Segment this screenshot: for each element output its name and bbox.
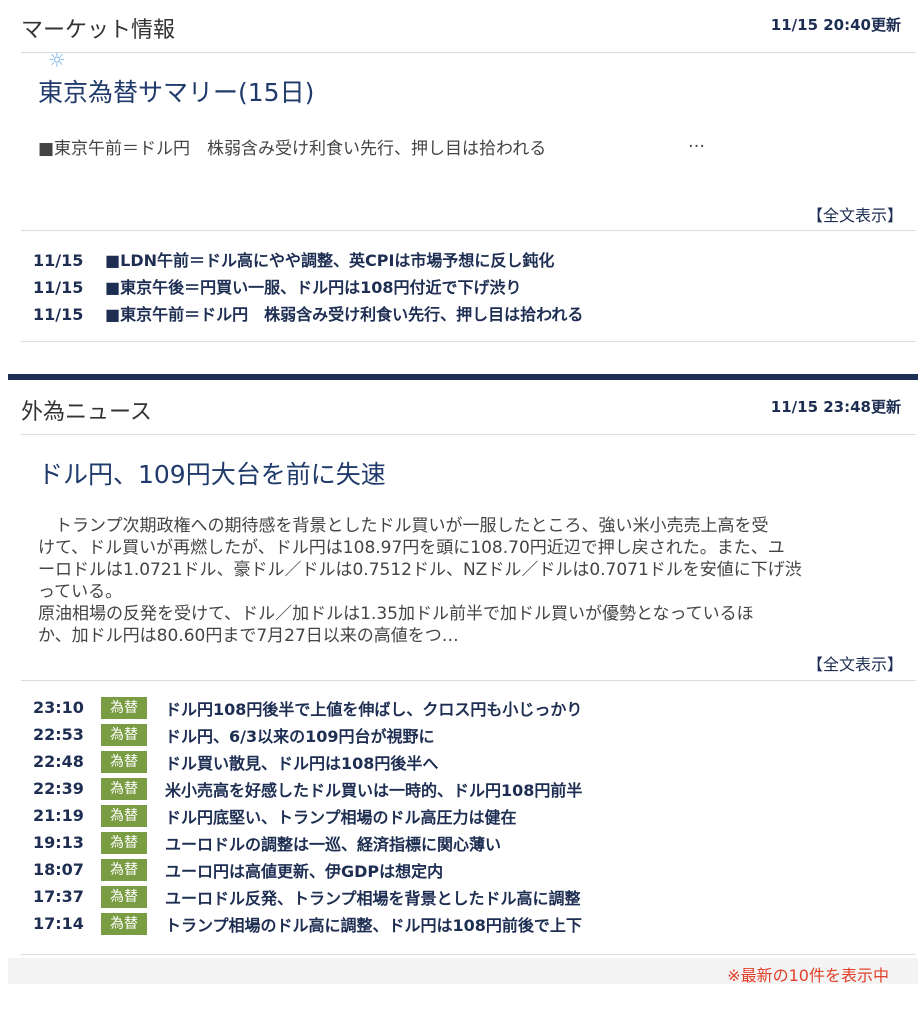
news-title[interactable]: 米小売高を好感したドル買いは一時的、ドル円108円前半 bbox=[165, 781, 582, 800]
list-item[interactable]: 17:14 為替 トランプ相場のドル高に調整、ドル円は108円前後で上下 bbox=[33, 912, 582, 936]
news-time: 22:48 bbox=[33, 751, 84, 771]
market-full-text-link[interactable]: 【全文表示】 bbox=[807, 202, 903, 226]
news-time: 22:39 bbox=[33, 778, 84, 798]
article-line: けて、ドル買いが再燃したが、ドル円は108.97円を頭に108.70円近辺で押し… bbox=[38, 538, 785, 558]
category-badge: 為替 bbox=[101, 913, 147, 935]
news-title[interactable]: ユーロドル反発、トランプ相場を背景としたドル高に調整 bbox=[165, 889, 581, 908]
market-summary: ■東京午前＝ドル円 株弱含み受け利食い先行、押し目は拾われる bbox=[38, 139, 547, 159]
news-title[interactable]: ドル円、6/3以来の109円台が視野に bbox=[165, 727, 435, 746]
news-title[interactable]: ユーロ円は高値更新、伊GDPは想定内 bbox=[165, 862, 443, 881]
news-time: 22:53 bbox=[33, 724, 84, 744]
section-divider-band bbox=[8, 374, 918, 380]
market-section-title: マーケット情報 bbox=[21, 18, 176, 43]
news-title[interactable]: ユーロドルの調整は一巡、経済指標に関心薄い bbox=[165, 835, 501, 854]
list-item[interactable]: 22:53 為替 ドル円、6/3以来の109円台が視野に bbox=[33, 723, 435, 747]
category-badge: 為替 bbox=[101, 724, 147, 746]
fx-header-divider bbox=[21, 434, 916, 435]
category-badge: 為替 bbox=[101, 697, 147, 719]
category-badge: 為替 bbox=[101, 778, 147, 800]
latest-count-note: ※最新の10件を表示中 bbox=[727, 966, 889, 985]
news-time: 21:19 bbox=[33, 805, 84, 825]
list-item[interactable]: 23:10 為替 ドル円108円後半で上値を伸ばし、クロス円も小じっかり bbox=[33, 696, 582, 720]
news-title[interactable]: トランプ相場のドル高に調整、ドル円は108円前後で上下 bbox=[165, 916, 582, 935]
category-badge: 為替 bbox=[101, 886, 147, 908]
category-badge: 為替 bbox=[101, 751, 147, 773]
list-item[interactable]: 19:13 為替 ユーロドルの調整は一巡、経済指標に関心薄い bbox=[33, 831, 501, 855]
market-summary-ellipsis: … bbox=[688, 132, 705, 152]
news-title[interactable]: ■東京午後＝円買い一服、ドル円は108円付近で下げ渋り bbox=[105, 278, 522, 297]
category-badge: 為替 bbox=[101, 832, 147, 854]
news-time: 17:37 bbox=[33, 886, 84, 906]
article-line: っている。 bbox=[38, 582, 123, 602]
market-headline[interactable]: 東京為替サマリー(15日) bbox=[38, 73, 314, 109]
list-item[interactable]: 17:37 為替 ユーロドル反発、トランプ相場を背景としたドル高に調整 bbox=[33, 885, 581, 909]
news-title[interactable]: ドル円108円後半で上値を伸ばし、クロス円も小じっかり bbox=[165, 700, 582, 719]
market-list-divider bbox=[21, 341, 916, 342]
news-time: 17:14 bbox=[33, 913, 84, 933]
list-item[interactable]: 22:39 為替 米小売高を好感したドル買いは一時的、ドル円108円前半 bbox=[33, 777, 582, 801]
sparkle-icon: ☼ bbox=[48, 48, 66, 72]
news-date: 11/15 bbox=[33, 251, 84, 270]
list-item[interactable]: 11/15 ■東京午前＝ドル円 株弱含み受け利食い先行、押し目は拾われる bbox=[33, 301, 583, 325]
news-title[interactable]: ■LDN午前＝ドル高にやや調整、英CPIは市場予想に反し鈍化 bbox=[105, 251, 554, 270]
news-title[interactable]: ■東京午前＝ドル円 株弱含み受け利食い先行、押し目は拾われる bbox=[105, 305, 583, 324]
list-item[interactable]: 22:48 為替 ドル買い散見、ドル円は108円後半へ bbox=[33, 750, 438, 774]
fx-section-title: 外為ニュース bbox=[21, 400, 152, 425]
fx-list-divider bbox=[21, 954, 916, 955]
news-title[interactable]: ドル円底堅い、トランプ相場のドル高圧力は健在 bbox=[165, 808, 517, 827]
market-header-divider bbox=[21, 52, 916, 53]
list-item[interactable]: 21:19 為替 ドル円底堅い、トランプ相場のドル高圧力は健在 bbox=[33, 804, 517, 828]
fx-article-body: トランプ次期政権への期待感を背景としたドル買いが一服したところ、強い米小売売上高… bbox=[38, 515, 898, 647]
list-item[interactable]: 11/15 ■東京午後＝円買い一服、ドル円は108円付近で下げ渋り bbox=[33, 274, 522, 298]
news-time: 23:10 bbox=[33, 697, 84, 717]
news-title[interactable]: ドル買い散見、ドル円は108円後半へ bbox=[165, 754, 438, 773]
category-badge: 為替 bbox=[101, 805, 147, 827]
market-updated-time: 11/15 20:40更新 bbox=[770, 16, 901, 34]
fx-updated-time: 11/15 23:48更新 bbox=[770, 398, 901, 416]
article-line: トランプ次期政権への期待感を背景としたドル買いが一服したところ、強い米小売売上高… bbox=[38, 516, 769, 536]
list-item[interactable]: 18:07 為替 ユーロ円は高値更新、伊GDPは想定内 bbox=[33, 858, 443, 882]
market-summary-divider bbox=[21, 230, 916, 231]
article-line: 原油相場の反発を受けて、ドル／加ドルは1.35加ドル前半で加ドル買いが優勢となっ… bbox=[38, 604, 754, 624]
fx-summary-divider bbox=[21, 680, 916, 681]
news-time: 19:13 bbox=[33, 832, 84, 852]
article-line: か、加ドル円は80.60円まで7月27日以来の高値をつ… bbox=[38, 626, 459, 646]
list-item[interactable]: 11/15 ■LDN午前＝ドル高にやや調整、英CPIは市場予想に反し鈍化 bbox=[33, 247, 554, 271]
fx-full-text-link[interactable]: 【全文表示】 bbox=[807, 651, 903, 675]
fx-headline[interactable]: ドル円、109円大台を前に失速 bbox=[38, 455, 386, 491]
category-badge: 為替 bbox=[101, 859, 147, 881]
news-date: 11/15 bbox=[33, 278, 84, 297]
news-date: 11/15 bbox=[33, 305, 84, 324]
article-line: ーロドルは1.0721ドル、豪ドル／ドルは0.7512ドル、NZドル／ドルは0.… bbox=[38, 560, 802, 580]
news-time: 18:07 bbox=[33, 859, 84, 879]
